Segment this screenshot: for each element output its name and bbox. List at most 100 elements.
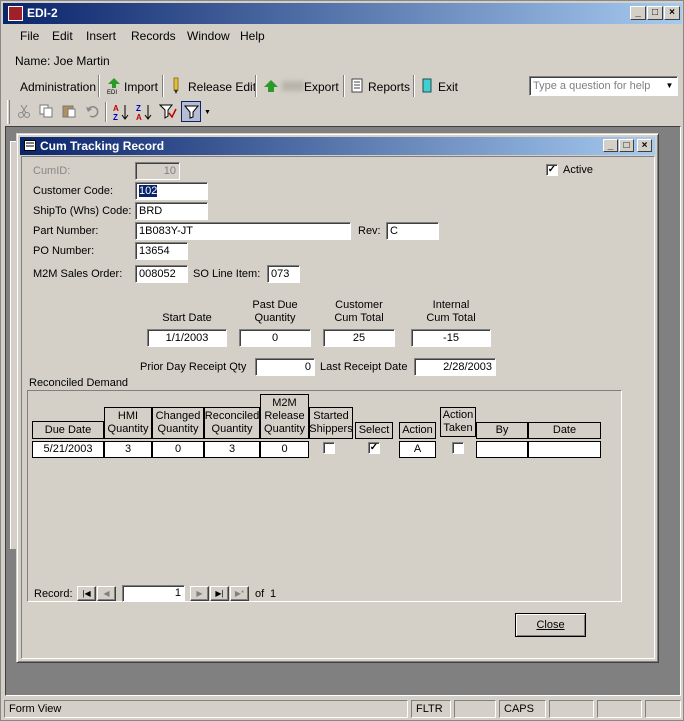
header-m2m-release-quantity: M2M Release Quantity — [260, 394, 309, 439]
cumid-field: 10 — [135, 162, 180, 180]
m2m-sales-order-field[interactable]: 008052 — [135, 265, 188, 283]
app-title-bar[interactable]: EDI-2 _ □ × — [3, 3, 682, 24]
copy-icon[interactable] — [39, 104, 53, 118]
header-hmi-line2: Quantity — [107, 423, 149, 435]
cut-icon[interactable] — [17, 104, 31, 118]
menu-file[interactable]: File — [20, 29, 39, 43]
undo-icon[interactable] — [85, 104, 99, 118]
paste-icon[interactable] — [62, 104, 76, 118]
first-record-icon[interactable]: |◀ — [77, 586, 96, 601]
header-reconciled-line2: Quantity — [211, 423, 253, 435]
cell-due-date[interactable]: 5/21/2003 — [32, 441, 104, 458]
header-changed-line1: Changed — [155, 410, 201, 422]
export-button[interactable]: Export — [304, 80, 339, 94]
filter-by-selection-icon[interactable] — [159, 103, 177, 121]
sort-ascending-icon[interactable]: AZ — [113, 103, 129, 121]
menu-insert[interactable]: Insert — [86, 29, 116, 43]
shipto-field[interactable]: BRD — [135, 202, 208, 220]
start-date-field[interactable]: 1/1/2003 — [147, 329, 227, 347]
header-m2m-line1: M2M — [272, 397, 297, 409]
action-taken-checkbox[interactable] — [452, 442, 464, 454]
menu-edit[interactable]: Edit — [52, 29, 73, 43]
release-edit-button[interactable]: Release Edit — [188, 80, 256, 94]
cumid-label: CumID: — [33, 165, 71, 177]
header-action-taken: Action Taken — [440, 407, 476, 437]
svg-text:EDI: EDI — [107, 90, 117, 95]
prior-day-receipt-field[interactable]: 0 — [255, 358, 315, 376]
minimize-icon[interactable]: _ — [630, 6, 646, 20]
status-fltr: FLTR — [411, 700, 451, 718]
sort-descending-icon[interactable]: ZA — [136, 103, 152, 121]
header-m2m-line2: Release — [264, 410, 305, 422]
so-line-item-field[interactable]: 073 — [267, 265, 300, 283]
user-name-label: Name: Joe Martin — [15, 54, 110, 68]
customer-code-label: Customer Code: — [33, 185, 114, 197]
maximize-icon[interactable]: □ — [647, 6, 663, 20]
close-button[interactable]: Close — [515, 613, 586, 637]
previous-record-icon[interactable]: ◀ — [97, 586, 116, 601]
toolbar-grip — [7, 100, 10, 124]
select-checkbox[interactable]: ✓ — [368, 442, 380, 454]
toolbar-separator — [105, 102, 107, 122]
last-record-icon[interactable]: ▶| — [210, 586, 229, 601]
header-m2m-line3: Quantity — [264, 423, 305, 435]
toolbar-separator — [162, 75, 164, 97]
administration-button[interactable]: Administration — [20, 80, 96, 94]
so-line-item-label: SO Line Item: — [193, 268, 261, 280]
toolbar-separator — [255, 75, 257, 97]
cell-hmi-quantity[interactable]: 3 — [104, 441, 152, 458]
menu-records[interactable]: Records — [131, 29, 176, 43]
cum-tracking-form-window: Cum Tracking Record _ □ × CumID: 10 ✓ Ac… — [16, 133, 659, 663]
header-by: By — [476, 422, 528, 439]
header-changed-line2: Quantity — [157, 423, 199, 435]
cell-reconciled-quantity[interactable]: 3 — [204, 441, 260, 458]
customer-code-field[interactable]: 102 — [135, 182, 208, 200]
import-button[interactable]: Import — [124, 80, 158, 94]
form-close-icon[interactable]: × — [637, 139, 652, 152]
part-number-field[interactable]: 1B083Y-JT — [135, 222, 351, 240]
active-checkbox[interactable]: ✓ — [546, 164, 558, 176]
apply-filter-button[interactable] — [181, 101, 201, 122]
chevron-down-icon[interactable]: ▼ — [204, 109, 211, 116]
status-empty-3 — [597, 700, 642, 718]
m2m-sales-order-label: M2M Sales Order: — [33, 268, 123, 280]
cell-m2m-release-quantity[interactable]: 0 — [260, 441, 309, 458]
internal-cum-field[interactable]: -15 — [411, 329, 491, 347]
cell-date[interactable] — [528, 441, 601, 458]
cell-by[interactable] — [476, 441, 528, 458]
app-icon — [8, 6, 23, 21]
record-of-label: of — [255, 588, 265, 600]
customer-code-value: 102 — [139, 185, 158, 197]
po-number-label: PO Number: — [33, 245, 95, 257]
filter-icon — [184, 105, 199, 119]
cell-changed-quantity[interactable]: 0 — [152, 441, 204, 458]
form-maximize-icon[interactable]: □ — [619, 139, 634, 152]
menu-window[interactable]: Window — [187, 29, 230, 43]
toolbar-separator — [98, 75, 100, 97]
form-title-bar[interactable]: Cum Tracking Record _ □ × — [20, 137, 655, 155]
export-icon — [264, 80, 278, 92]
new-record-icon[interactable]: ▶* — [230, 586, 249, 601]
started-shippers-checkbox[interactable] — [323, 442, 335, 454]
chevron-down-icon[interactable]: ▼ — [663, 78, 676, 94]
next-record-icon[interactable]: ▶ — [190, 586, 209, 601]
close-button-label: Close — [536, 619, 565, 631]
header-started-line1: Started — [313, 410, 349, 422]
help-search-input[interactable]: Type a question for help — [529, 76, 678, 96]
status-empty-4 — [645, 700, 681, 718]
customer-cum-field[interactable]: 25 — [323, 329, 395, 347]
past-due-label-line2: Quantity — [254, 312, 296, 324]
form-minimize-icon[interactable]: _ — [603, 139, 618, 152]
last-receipt-date-field[interactable]: 2/28/2003 — [414, 358, 496, 376]
po-number-field[interactable]: 13654 — [135, 242, 188, 260]
past-due-field[interactable]: 0 — [239, 329, 311, 347]
close-icon[interactable]: × — [664, 6, 680, 20]
record-total: 1 — [270, 588, 277, 600]
reports-button[interactable]: Reports — [368, 80, 410, 94]
header-select-text: Select — [358, 424, 390, 436]
rev-field[interactable]: C — [386, 222, 439, 240]
menu-help[interactable]: Help — [240, 29, 265, 43]
cell-action[interactable]: A — [399, 441, 436, 458]
record-number-field[interactable]: 1 — [122, 585, 185, 602]
exit-button[interactable]: Exit — [438, 80, 458, 94]
